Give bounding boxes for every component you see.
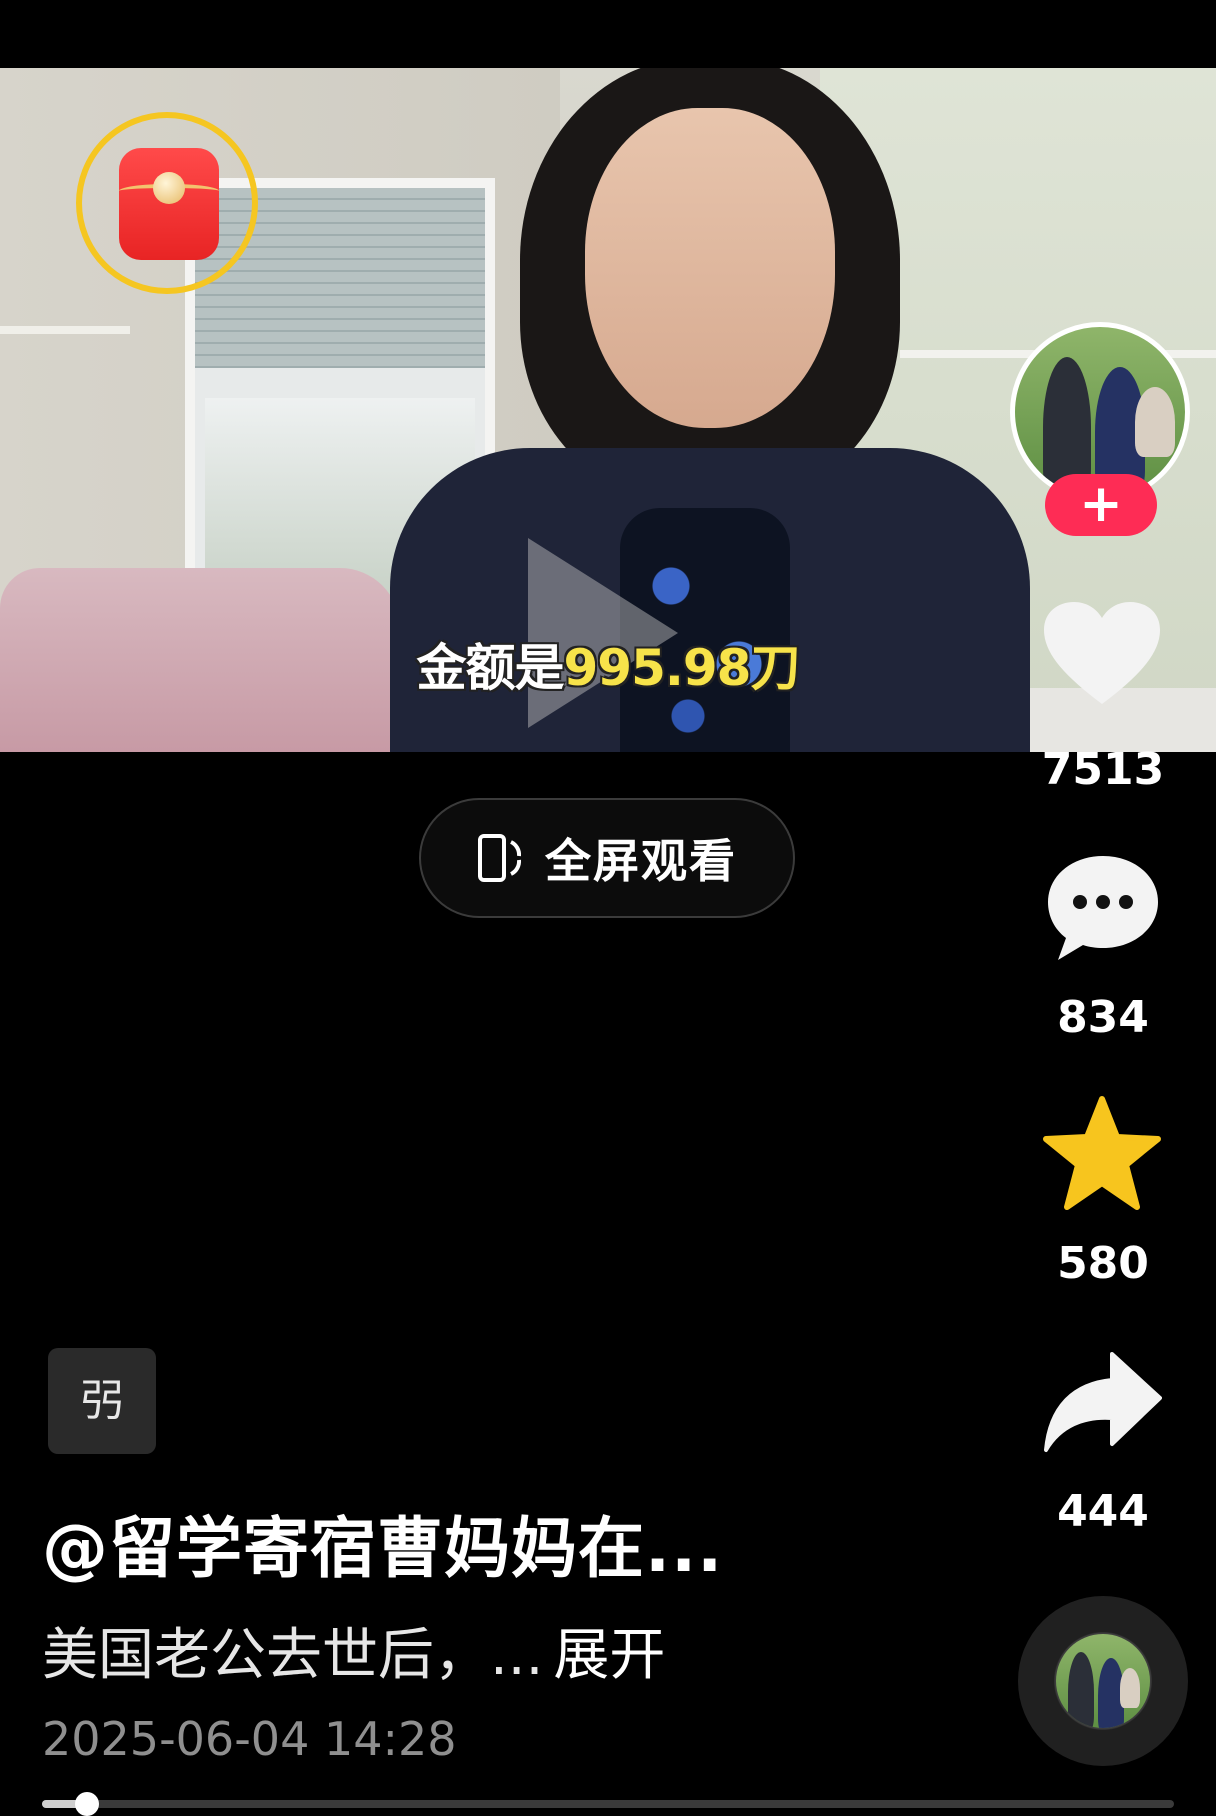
comment-count: 834 — [1057, 992, 1149, 1043]
speaker-face — [585, 108, 835, 428]
disc-person-1 — [1068, 1652, 1094, 1728]
wall-shelf — [0, 326, 130, 334]
follow-button[interactable]: + — [1045, 474, 1157, 536]
like-heart-icon[interactable] — [1042, 600, 1162, 710]
favorite-star-icon[interactable] — [1042, 1095, 1162, 1215]
music-disc[interactable] — [1018, 1596, 1188, 1766]
music-disc-cover — [1056, 1634, 1150, 1728]
avatar-person-3 — [1135, 387, 1175, 457]
publish-date: 2025-06-04 14:28 — [42, 1712, 457, 1766]
fullscreen-rotate-icon — [478, 834, 522, 882]
video-subtitle: 金额是995.98刀 — [0, 628, 1216, 700]
favorite-count: 580 — [1057, 1238, 1149, 1289]
video-description[interactable]: 美国老公去世后，... 展开 — [42, 1610, 665, 1691]
like-count: 7513 — [1041, 744, 1165, 795]
effect-tag[interactable]: 弜 — [48, 1348, 156, 1454]
share-arrow-icon[interactable] — [1042, 1350, 1162, 1455]
description-text: 美国老公去世后，... — [42, 1623, 544, 1688]
red-packet-icon[interactable] — [119, 148, 219, 260]
comment-icon[interactable] — [1044, 852, 1162, 964]
video-progress-bar[interactable] — [42, 1792, 1174, 1816]
subtitle-text: 金额是 — [416, 639, 565, 697]
share-count: 444 — [1057, 1486, 1149, 1537]
progress-knob[interactable] — [75, 1792, 100, 1816]
expand-link[interactable]: 展开 — [553, 1623, 665, 1688]
disc-person-3 — [1120, 1668, 1140, 1708]
fullscreen-button[interactable]: 全屏观看 — [419, 798, 795, 918]
subtitle-amount: 995.98刀 — [563, 639, 801, 697]
author-name[interactable]: @留学寄宿曹妈妈在... — [42, 1495, 723, 1591]
red-packet-coin — [153, 172, 185, 204]
fullscreen-label: 全屏观看 — [545, 834, 737, 888]
